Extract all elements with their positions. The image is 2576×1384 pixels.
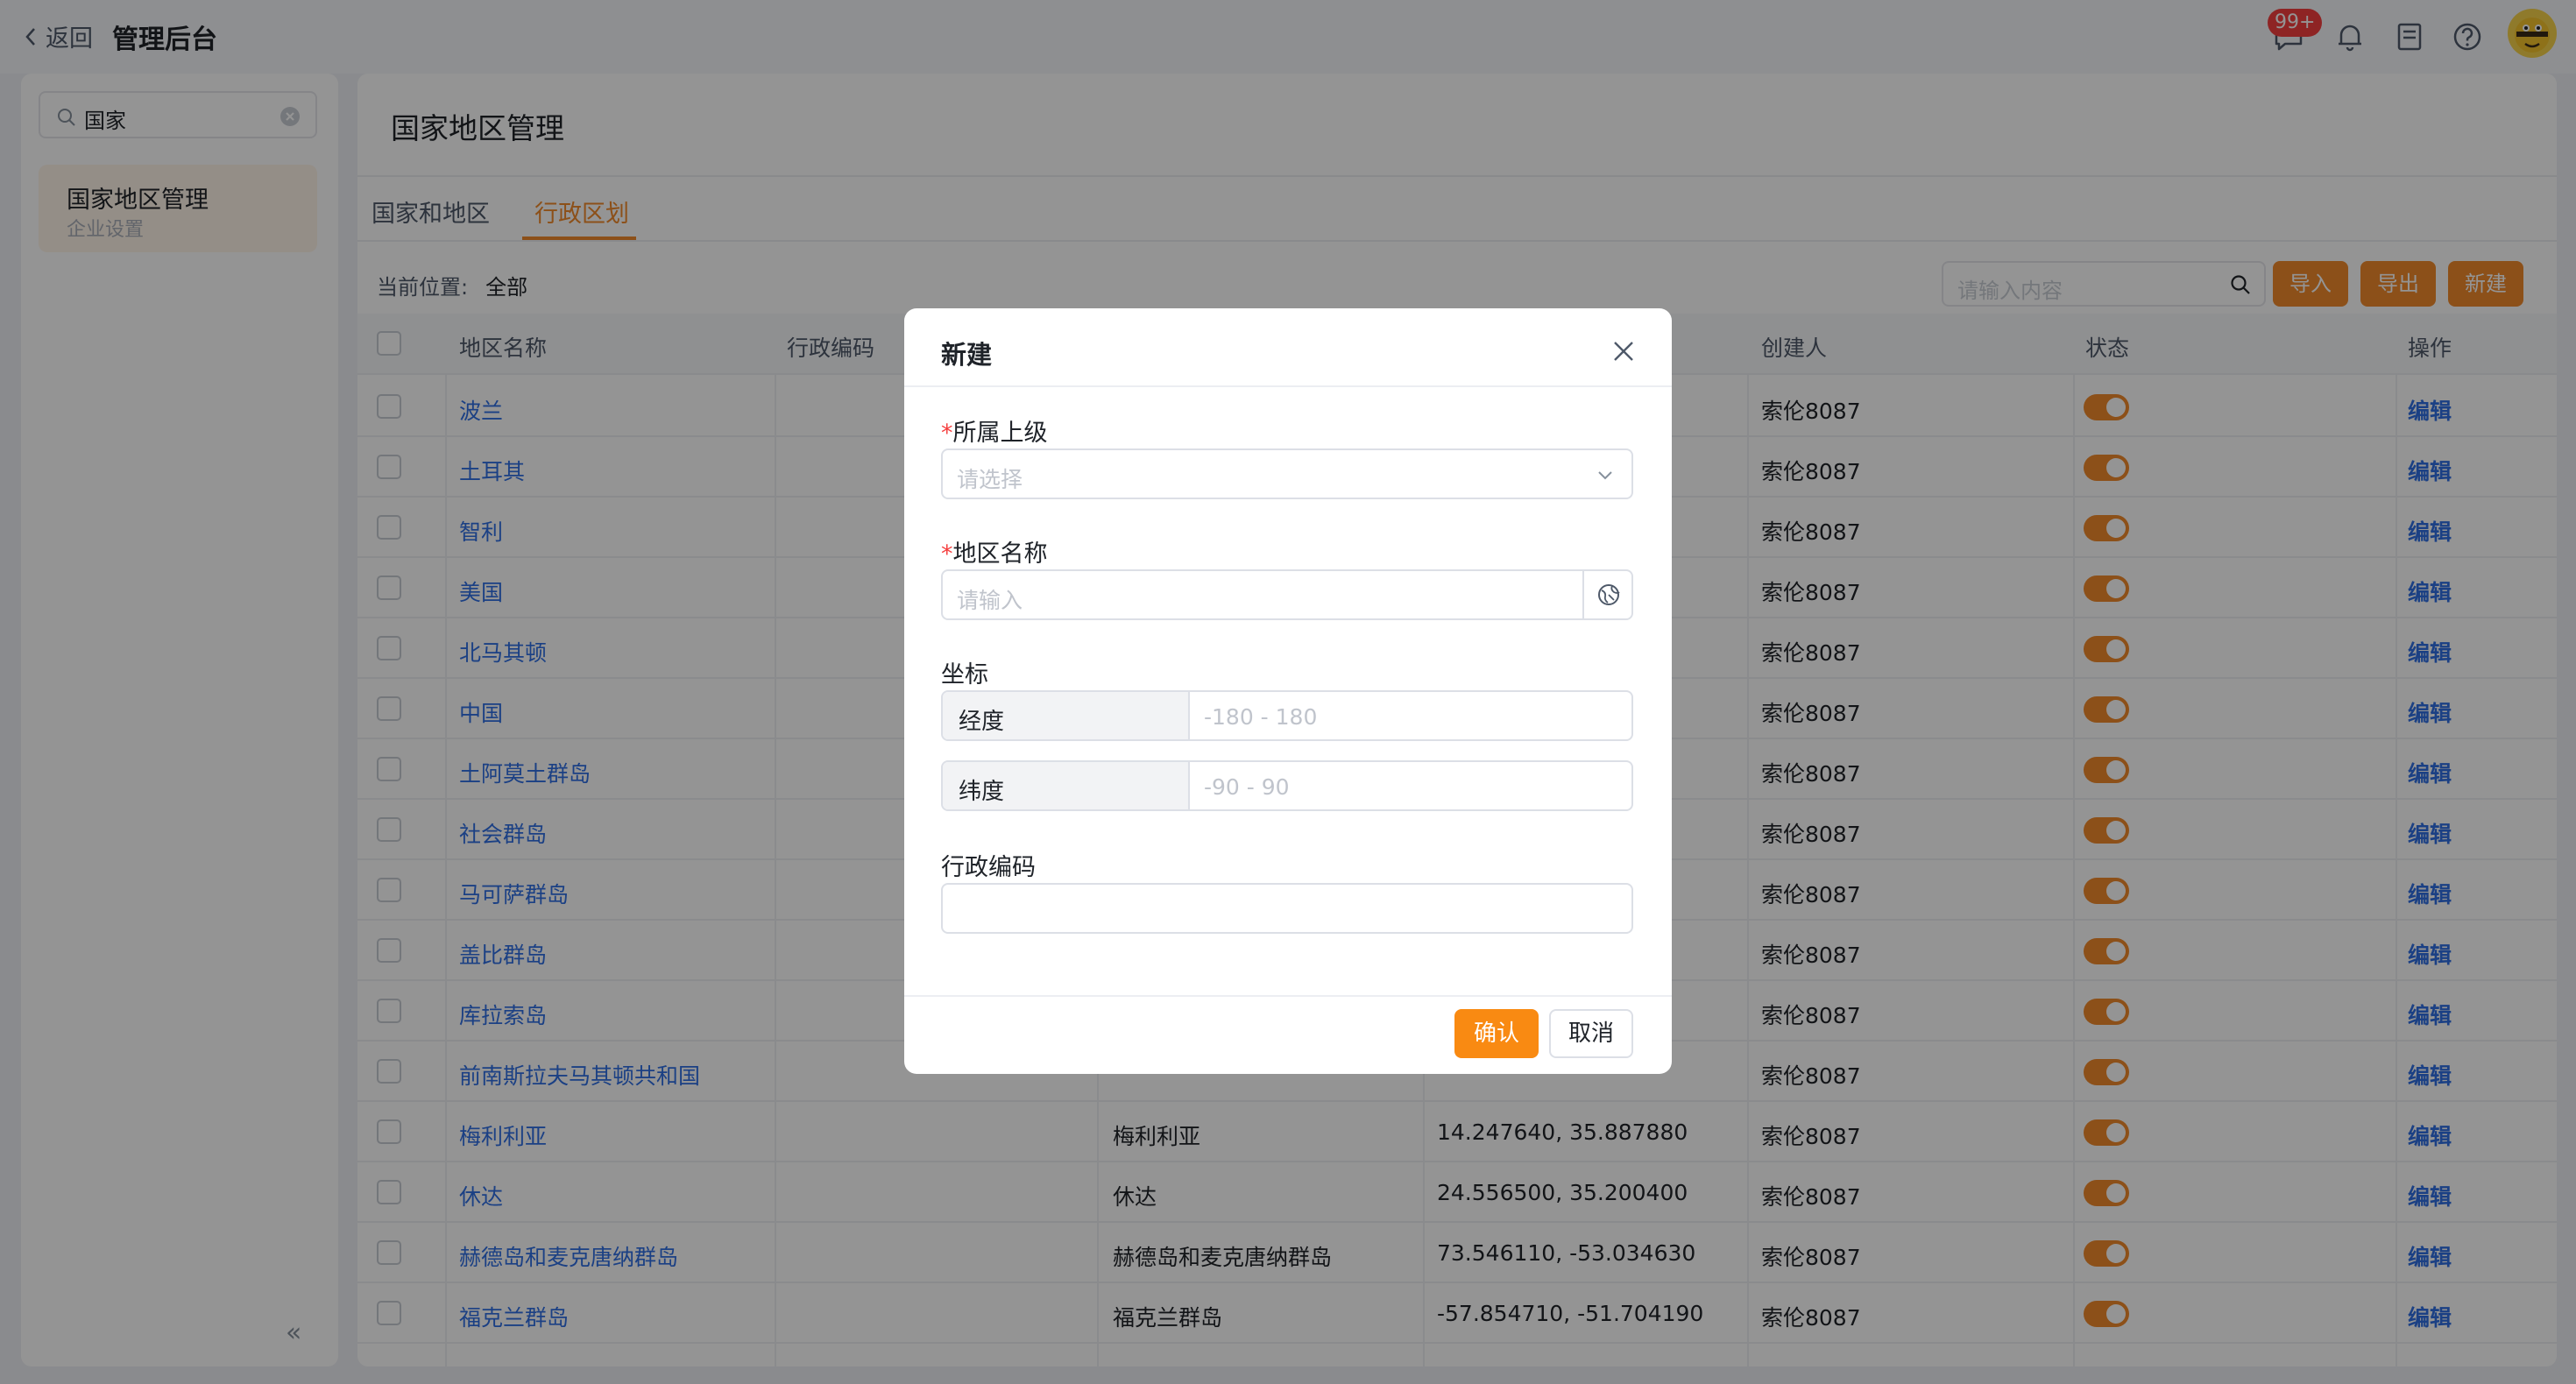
parent-placeholder: 请选择 [957, 467, 1023, 492]
dialog-divider [904, 385, 1672, 387]
admin-code-input[interactable] [941, 883, 1633, 934]
name-placeholder: 请输入 [957, 588, 1023, 613]
region-name-input[interactable]: 请输入 [941, 569, 1633, 620]
required-mark: * [941, 420, 953, 447]
longitude-addon: 经度 [943, 692, 1190, 739]
name-label-text: 地区名称 [952, 540, 1048, 568]
dialog-divider [904, 995, 1672, 997]
required-mark: * [941, 540, 953, 568]
latitude-label: 纬度 [959, 779, 1005, 805]
parent-select[interactable]: 请选择 [941, 448, 1633, 499]
coordinates-label: 坐标 [941, 661, 988, 688]
latitude-placeholder: -90 - 90 [1204, 774, 1290, 800]
latitude-input[interactable]: 纬度 -90 - 90 [941, 760, 1633, 811]
confirm-button[interactable]: 确认 [1454, 1009, 1539, 1058]
new-dialog: 新建 *所属上级 请选择 *地区名称 请输入 坐标 经度 -180 - 180 … [904, 308, 1672, 1074]
translate-addon[interactable] [1582, 571, 1631, 618]
code-label: 行政编码 [941, 854, 1036, 881]
longitude-placeholder: -180 - 180 [1204, 704, 1318, 730]
name-label: *地区名称 [941, 534, 1048, 568]
latitude-addon: 纬度 [943, 762, 1190, 809]
globe-icon [1598, 584, 1620, 605]
parent-label: *所属上级 [941, 413, 1048, 448]
longitude-input[interactable]: 经度 -180 - 180 [941, 690, 1633, 741]
longitude-label: 经度 [959, 709, 1005, 735]
close-icon[interactable] [1610, 338, 1637, 364]
cancel-button[interactable]: 取消 [1549, 1009, 1633, 1058]
chevron-down-icon [1598, 471, 1612, 480]
dialog-title: 新建 [941, 340, 993, 370]
parent-label-text: 所属上级 [952, 420, 1048, 447]
